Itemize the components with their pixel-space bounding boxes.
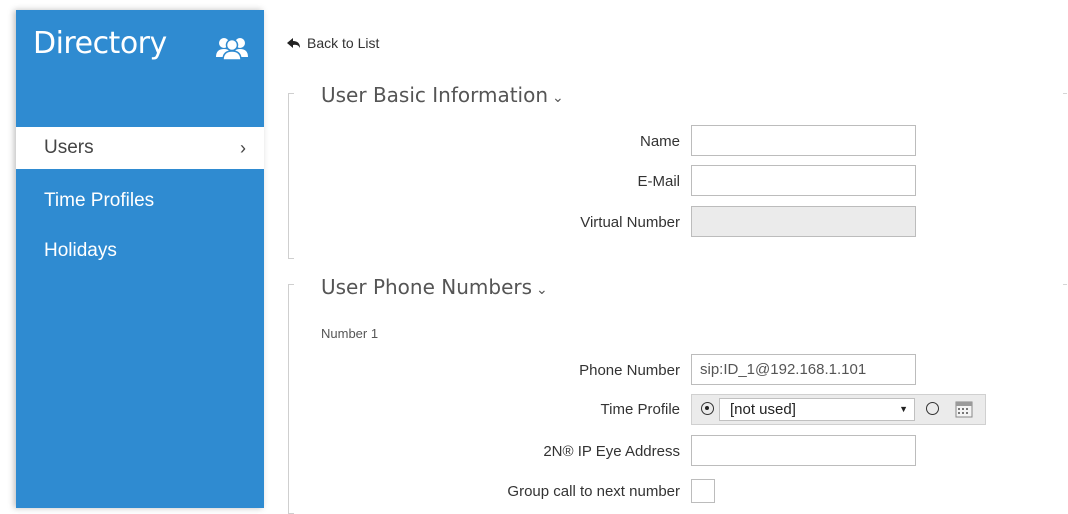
email-field[interactable] — [691, 165, 916, 196]
sidebar-title: Directory — [33, 26, 167, 61]
section-bracket — [288, 284, 295, 514]
time-profile-label: Time Profile — [600, 401, 680, 418]
back-to-list-link[interactable]: Back to List — [287, 35, 379, 51]
name-label: Name — [639, 133, 680, 150]
time-profile-selected-value: [not used] — [730, 401, 796, 418]
number-subheading: Number 1 — [321, 326, 379, 341]
virtual-number-field — [691, 206, 916, 237]
time-profile-custom-radio[interactable] — [926, 402, 939, 415]
divider — [1063, 93, 1067, 94]
email-label: E-Mail — [637, 173, 680, 190]
eye-address-field[interactable] — [691, 435, 916, 466]
phone-number-field[interactable] — [691, 354, 916, 385]
time-profile-control: [not used] ▼ — [691, 394, 986, 425]
time-profile-select-radio[interactable] — [701, 402, 714, 415]
group-call-checkbox[interactable] — [691, 479, 715, 503]
users-group-icon — [216, 38, 248, 61]
time-profile-select[interactable]: [not used] ▼ — [719, 398, 915, 421]
section-title-phone-numbers[interactable]: User Phone Numbers ⌄ — [321, 275, 548, 299]
section-title-label: User Phone Numbers — [321, 275, 533, 299]
sidebar-item-users[interactable]: Users › — [16, 127, 264, 169]
phone-number-label: Phone Number — [579, 362, 680, 379]
sidebar: Directory Users › Time Profiles Holidays — [16, 10, 264, 508]
sidebar-item-label: Time Profiles — [44, 190, 155, 211]
caret-down-icon: ▼ — [899, 404, 908, 414]
back-to-list-label: Back to List — [307, 35, 380, 51]
back-arrow-icon — [287, 38, 300, 48]
sidebar-item-label: Holidays — [44, 240, 117, 261]
virtual-number-label: Virtual Number — [580, 214, 680, 231]
sidebar-item-holidays[interactable]: Holidays — [16, 230, 264, 272]
section-title-label: User Basic Information — [321, 83, 549, 107]
sidebar-item-time-profiles[interactable]: Time Profiles — [16, 180, 264, 222]
section-bracket — [288, 93, 295, 259]
chevron-right-icon: › — [240, 138, 246, 158]
section-title-basic-info[interactable]: User Basic Information ⌄ — [321, 83, 564, 107]
group-call-label: Group call to next number — [507, 483, 680, 500]
name-field[interactable] — [691, 125, 916, 156]
sidebar-item-label: Users — [44, 137, 94, 158]
divider — [1063, 284, 1067, 285]
eye-address-label: 2N® IP Eye Address — [543, 443, 680, 460]
calendar-icon[interactable] — [955, 400, 973, 418]
chevron-down-icon: ⌄ — [536, 282, 548, 298]
chevron-down-icon: ⌄ — [552, 90, 564, 106]
